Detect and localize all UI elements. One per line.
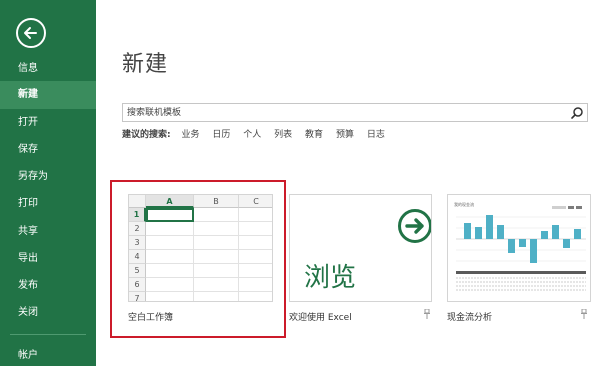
template-cash-flow-analysis[interactable]: 我的现金流 [447, 194, 591, 302]
back-arrow-icon [24, 27, 37, 39]
suggestion-budget[interactable]: 预算 [336, 127, 354, 140]
preview-bar [497, 225, 504, 239]
suggestion-education[interactable]: 教育 [305, 127, 323, 140]
back-button[interactable] [16, 18, 46, 48]
grid-cell [194, 236, 239, 250]
grid-cell [146, 292, 194, 301]
nav-item-export[interactable]: 导出 [0, 245, 96, 273]
arrow-circle-icon [398, 209, 431, 243]
grid-cell [194, 250, 239, 264]
row-header: 2 [129, 222, 146, 236]
row-header: 6 [129, 278, 146, 292]
preview-bar [508, 239, 515, 253]
nav-item-save-as[interactable]: 另存为 [0, 163, 96, 191]
row-header: 5 [129, 264, 146, 278]
active-cell [146, 208, 194, 222]
column-header-a: A [146, 195, 194, 208]
grid-cell [239, 292, 272, 301]
preview-bar [574, 229, 581, 239]
nav-item-account[interactable]: 帐户 [0, 342, 96, 366]
pin-icon[interactable] [423, 309, 431, 319]
suggestion-personal[interactable]: 个人 [243, 127, 261, 140]
grid-cell [194, 264, 239, 278]
suggestion-business[interactable]: 业务 [181, 127, 199, 140]
preview-control [568, 206, 574, 209]
grid-cell [194, 278, 239, 292]
grid-cell [146, 222, 194, 236]
preview-bar [530, 239, 537, 263]
grid-cell [239, 250, 272, 264]
preview-bar [475, 227, 482, 239]
template-welcome-excel[interactable]: 浏览 [289, 194, 432, 302]
template-label-cash-flow: 现金流分析 [447, 313, 493, 323]
nav-item-save[interactable]: 保存 [0, 136, 96, 164]
grid-cell [194, 208, 239, 222]
search-icon[interactable] [570, 106, 584, 120]
preview-control [576, 206, 582, 209]
grid-cell [146, 278, 194, 292]
preview-bar [464, 223, 471, 239]
search-input[interactable] [127, 105, 567, 120]
nav-item-open[interactable]: 打开 [0, 109, 96, 137]
grid-cell [146, 264, 194, 278]
preview-bar [486, 215, 493, 239]
suggestion-lists[interactable]: 列表 [274, 127, 292, 140]
nav-item-print[interactable]: 打印 [0, 190, 96, 218]
template-label-welcome: 欢迎使用 Excel [289, 313, 352, 323]
preview-bar [519, 239, 526, 247]
preview-table-header [456, 271, 586, 274]
grid-cell [239, 222, 272, 236]
pin-icon[interactable] [580, 309, 588, 319]
preview-bar [541, 231, 548, 239]
grid-corner [129, 195, 146, 208]
nav-divider [10, 334, 86, 335]
grid-cell [194, 222, 239, 236]
column-header-c: C [239, 195, 272, 208]
grid-cell [146, 236, 194, 250]
row-header: 7 [129, 292, 146, 301]
grid-cell [146, 250, 194, 264]
cash-flow-chart-preview [456, 206, 586, 291]
nav-item-info[interactable]: 信息 [0, 55, 96, 83]
template-blank-workbook[interactable]: A B C 1 2 3 4 5 6 7 [128, 194, 273, 302]
row-header: 3 [129, 236, 146, 250]
suggested-searches: 建议的搜索: 业务 日历 个人 列表 教育 预算 日志 [122, 127, 395, 140]
grid-cell [239, 278, 272, 292]
suggested-searches-label: 建议的搜索: [122, 130, 171, 140]
grid-cell [239, 264, 272, 278]
template-search-box[interactable] [122, 103, 588, 122]
page-title: 新建 [122, 52, 169, 77]
grid-cell [194, 292, 239, 301]
welcome-preview-text: 浏览 [304, 263, 357, 293]
nav-item-publish[interactable]: 发布 [0, 272, 96, 300]
nav-item-new[interactable]: 新建 [0, 81, 96, 109]
nav-item-close[interactable]: 关闭 [0, 299, 96, 327]
preview-control [552, 206, 566, 209]
backstage-sidebar: 信息 新建 打开 保存 另存为 打印 共享 导出 发布 关闭 帐户 [0, 0, 96, 366]
row-header: 1 [129, 208, 146, 222]
grid-cell [239, 236, 272, 250]
nav-item-share[interactable]: 共享 [0, 218, 96, 246]
row-header: 4 [129, 250, 146, 264]
suggestion-log[interactable]: 日志 [367, 127, 385, 140]
grid-cell [239, 208, 272, 222]
column-header-b: B [194, 195, 239, 208]
preview-bar [552, 225, 559, 239]
template-label-blank-workbook: 空白工作簿 [128, 313, 174, 323]
preview-bar [563, 239, 570, 248]
suggestion-calendar[interactable]: 日历 [212, 127, 230, 140]
